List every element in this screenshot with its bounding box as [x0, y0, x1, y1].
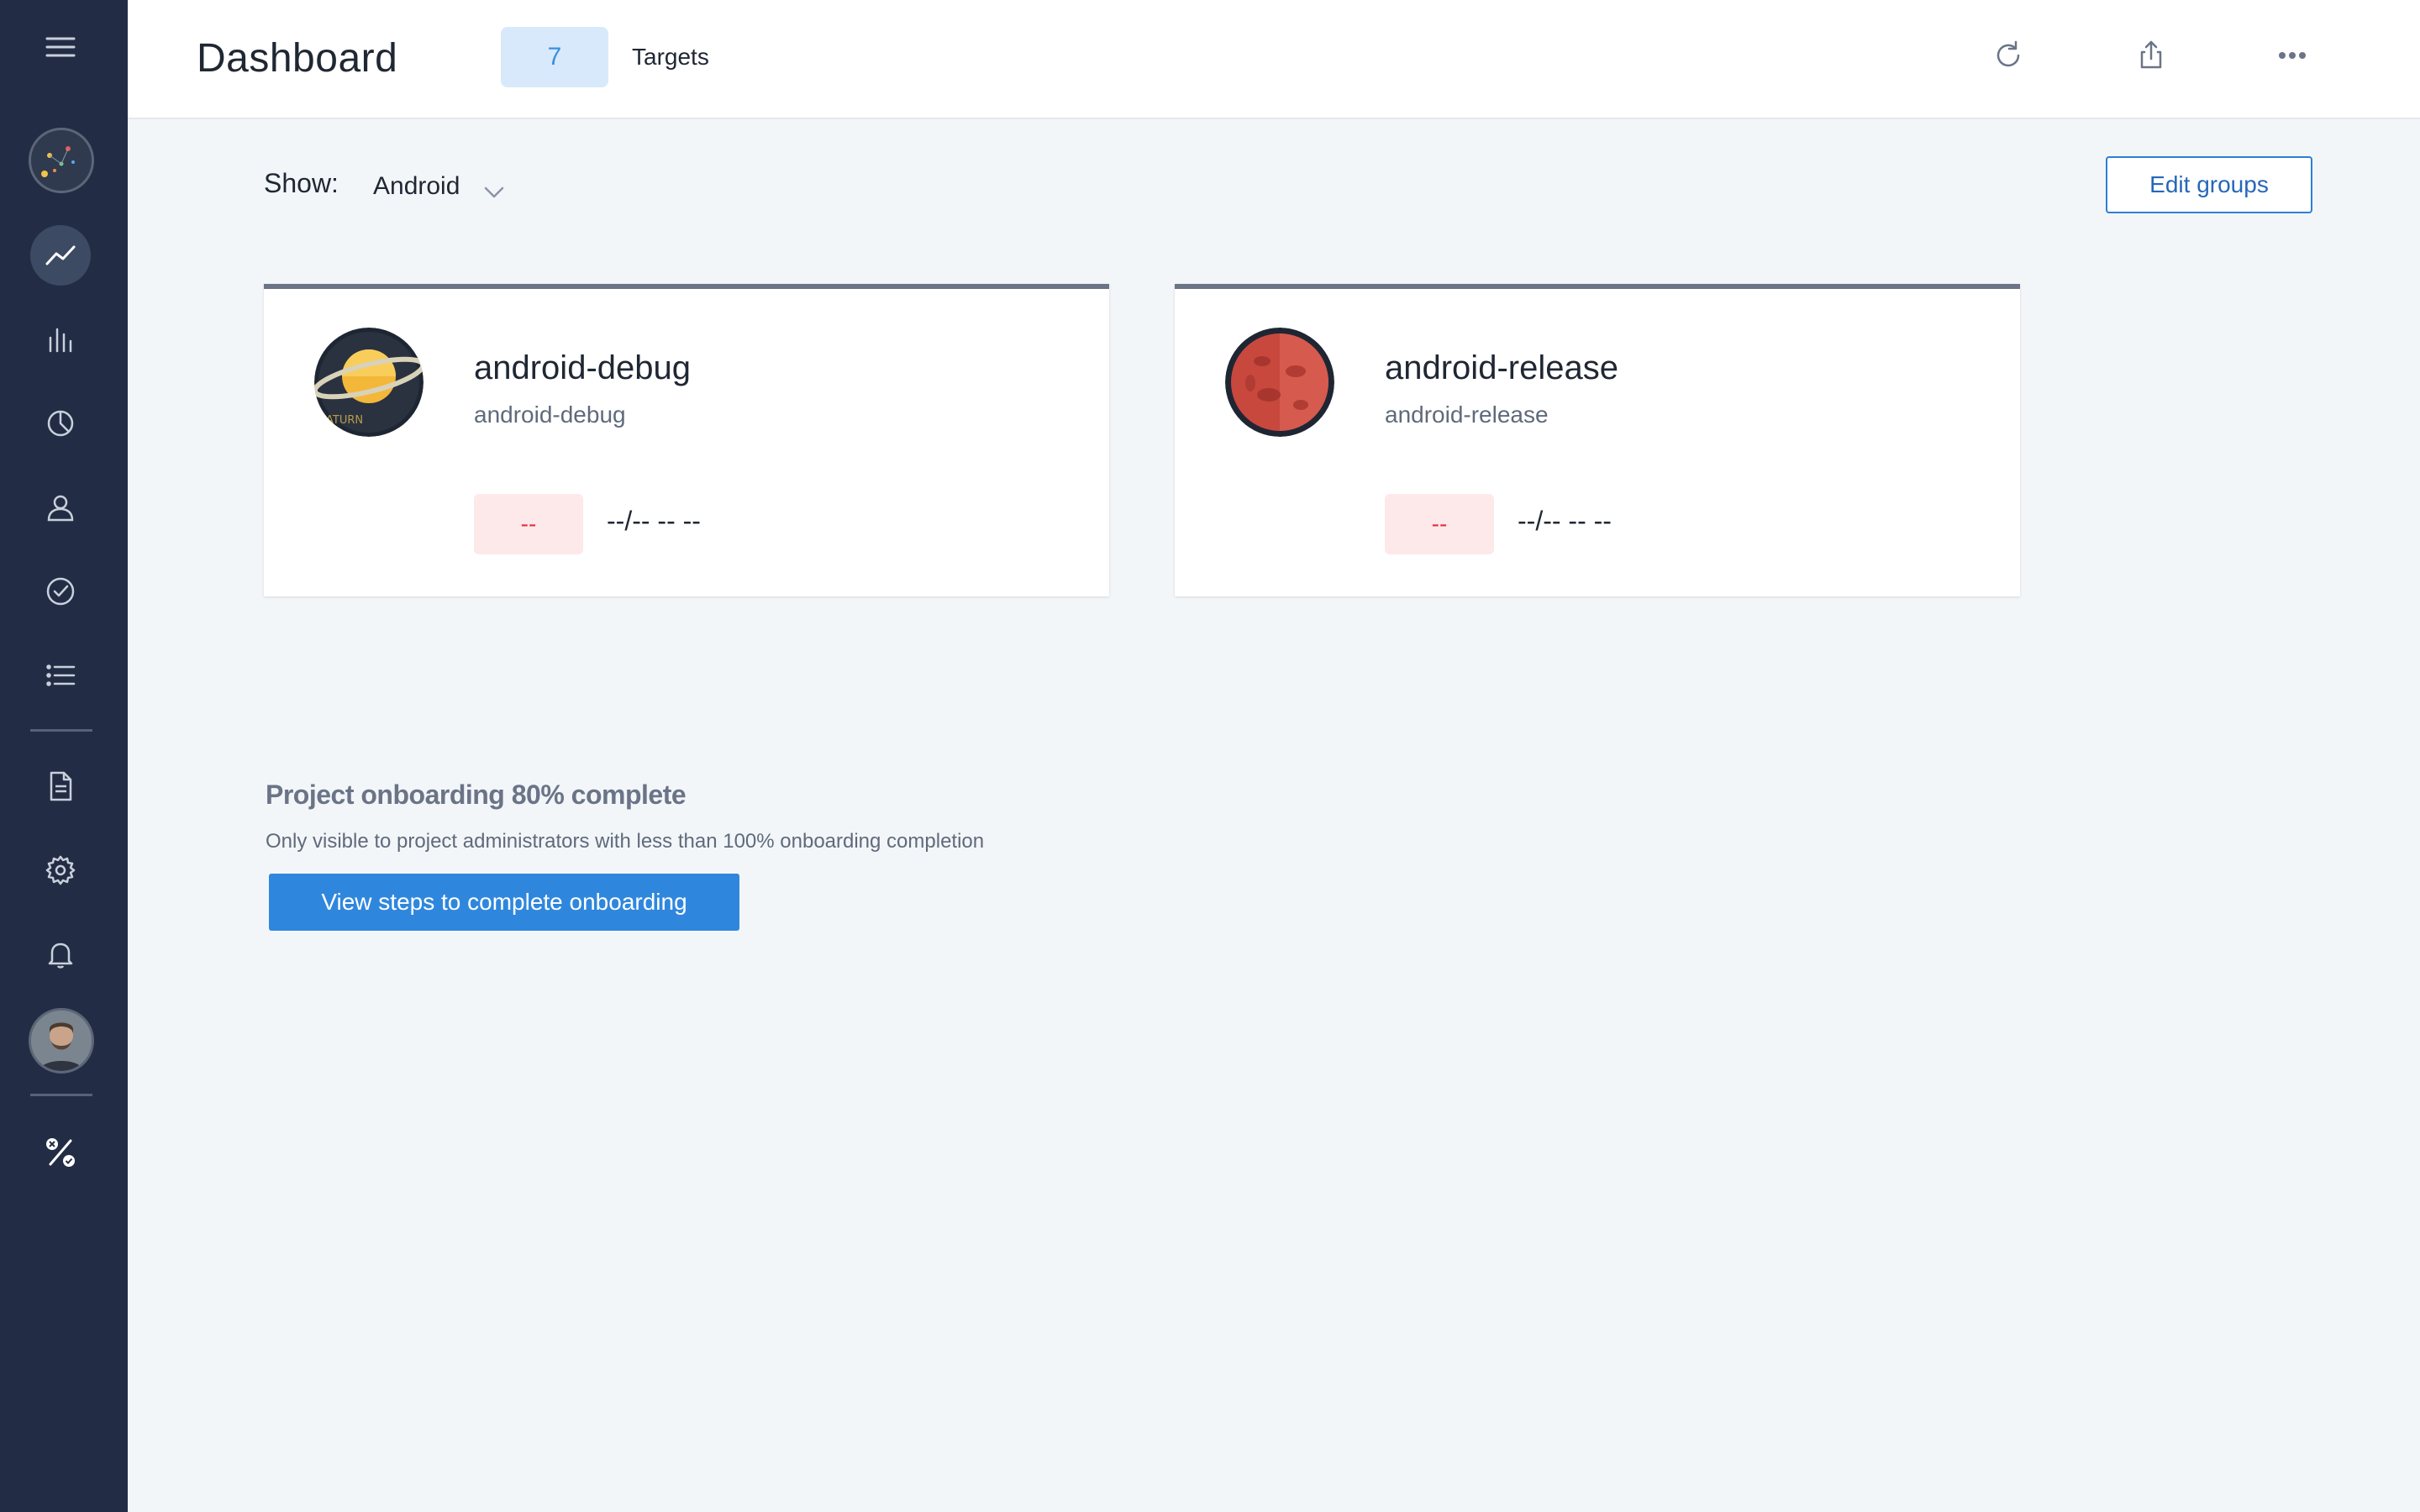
target-subtitle: android-release — [1385, 402, 1549, 428]
target-subtitle: android-debug — [474, 402, 626, 428]
refresh-icon[interactable] — [1978, 25, 2039, 86]
view-onboarding-steps-button[interactable]: View steps to complete onboarding — [269, 874, 739, 931]
gear-icon[interactable] — [30, 840, 91, 900]
chevron-down-icon — [485, 186, 504, 198]
project-logo[interactable] — [29, 128, 94, 193]
target-name[interactable]: android-release — [1385, 349, 1618, 387]
list-icon[interactable] — [30, 645, 91, 706]
pie-chart-icon[interactable] — [30, 393, 91, 454]
edit-groups-button[interactable]: Edit groups — [2106, 156, 2312, 213]
more-options-icon[interactable] — [2262, 25, 2323, 86]
target-date: --/-- -- -- — [607, 506, 701, 536]
onboarding-title: Project onboarding 80% complete — [266, 780, 687, 810]
target-card[interactable]: android-release android-release -- --/--… — [1175, 284, 2020, 596]
header: Dashboard 7 Targets — [128, 0, 2420, 119]
target-date: --/-- -- -- — [1518, 506, 1612, 536]
target-card[interactable]: ATURN android-debug android-debug -- --/… — [264, 284, 1109, 596]
status-badge: -- — [474, 494, 583, 554]
trending-icon[interactable] — [30, 225, 91, 286]
user-icon[interactable] — [30, 477, 91, 538]
sidebar-divider — [30, 1094, 92, 1096]
sidebar-divider — [30, 729, 92, 732]
page-title: Dashboard — [197, 36, 398, 81]
targets-count-badge[interactable]: 7 — [501, 27, 608, 87]
onboarding-description: Only visible to project administrators w… — [266, 830, 985, 853]
bar-chart-icon[interactable] — [30, 309, 91, 370]
percent-status-icon[interactable] — [30, 1122, 91, 1183]
target-name[interactable]: android-debug — [474, 349, 691, 387]
sidebar — [0, 0, 128, 1512]
show-label: Show: — [264, 168, 339, 198]
svg-text:ATURN: ATURN — [326, 414, 363, 427]
platform-select-value: Android — [373, 172, 460, 200]
share-icon[interactable] — [2121, 25, 2181, 86]
platform-select[interactable]: Android — [373, 168, 505, 205]
bell-icon[interactable] — [30, 924, 91, 984]
document-icon[interactable] — [30, 756, 91, 816]
user-avatar[interactable] — [29, 1008, 94, 1074]
red-planet-icon — [1225, 328, 1334, 437]
menu-icon[interactable] — [30, 17, 91, 77]
saturn-planet-icon: ATURN — [314, 328, 424, 437]
check-circle-icon[interactable] — [30, 561, 91, 622]
status-badge: -- — [1385, 494, 1494, 554]
targets-label[interactable]: Targets — [632, 44, 709, 71]
